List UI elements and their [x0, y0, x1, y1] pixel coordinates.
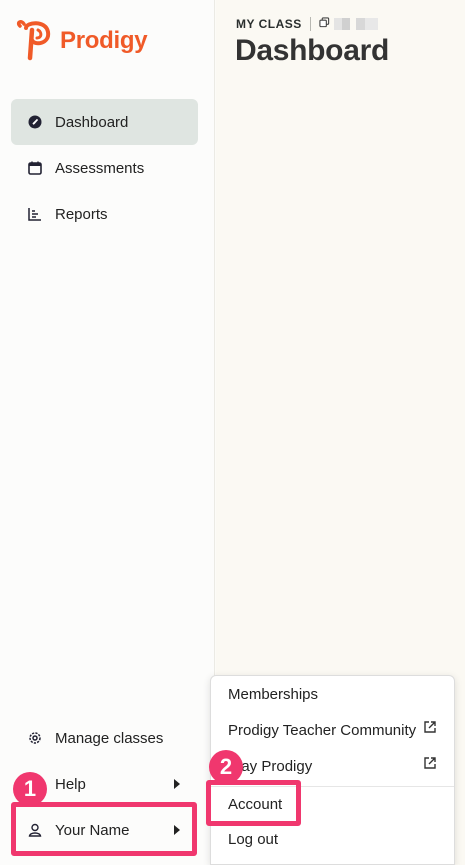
caret-right-icon [174, 779, 180, 789]
highlight-your-name [11, 802, 197, 856]
dashboard-icon [27, 114, 43, 130]
sidebar-item-manage-classes[interactable]: Manage classes [11, 715, 198, 761]
redacted-class-code [333, 18, 350, 30]
account-dropdown-menu: Memberships Prodigy Teacher Community Pl… [210, 675, 455, 865]
gear-icon [27, 730, 43, 746]
page-title: Dashboard [235, 34, 389, 67]
class-label: MY CLASS [236, 17, 302, 31]
class-selector[interactable]: MY CLASS [236, 17, 378, 31]
menu-item-label: Memberships [228, 685, 319, 703]
sidebar: Prodigy Dashboard Assessments Reports Ma… [0, 0, 215, 865]
sidebar-item-label: Manage classes [55, 729, 164, 747]
sidebar-item-label: Help [55, 775, 86, 793]
highlight-account [206, 780, 301, 826]
menu-item-label: Log out [228, 830, 279, 848]
step-badge-2: 2 [209, 750, 243, 784]
redacted-class-code [355, 18, 378, 30]
external-link-icon [424, 721, 436, 733]
prodigy-logo-icon [16, 20, 51, 61]
prodigy-logo[interactable]: Prodigy [12, 18, 148, 64]
calendar-icon [27, 160, 43, 176]
menu-item-teacher-community[interactable]: Prodigy Teacher Community [211, 712, 454, 748]
menu-item-log-out[interactable]: Log out [211, 821, 454, 857]
sidebar-item-label: Assessments [55, 159, 145, 177]
sidebar-item-assessments[interactable]: Assessments [11, 145, 198, 191]
sidebar-item-label: Dashboard [55, 113, 129, 131]
brand-name: Prodigy [60, 27, 148, 54]
external-link-icon [424, 757, 436, 769]
bar-chart-icon [27, 206, 43, 222]
copy-icon[interactable] [319, 17, 330, 31]
menu-item-label: Prodigy Teacher Community [228, 721, 417, 739]
menu-item-play-prodigy[interactable]: Play Prodigy [211, 748, 454, 784]
divider [309, 17, 311, 31]
sidebar-item-label: Reports [55, 205, 108, 223]
menu-item-memberships[interactable]: Memberships [211, 676, 454, 712]
sidebar-item-dashboard[interactable]: Dashboard [11, 99, 198, 145]
step-badge-1: 1 [13, 772, 47, 806]
sidebar-item-reports[interactable]: Reports [11, 191, 198, 237]
